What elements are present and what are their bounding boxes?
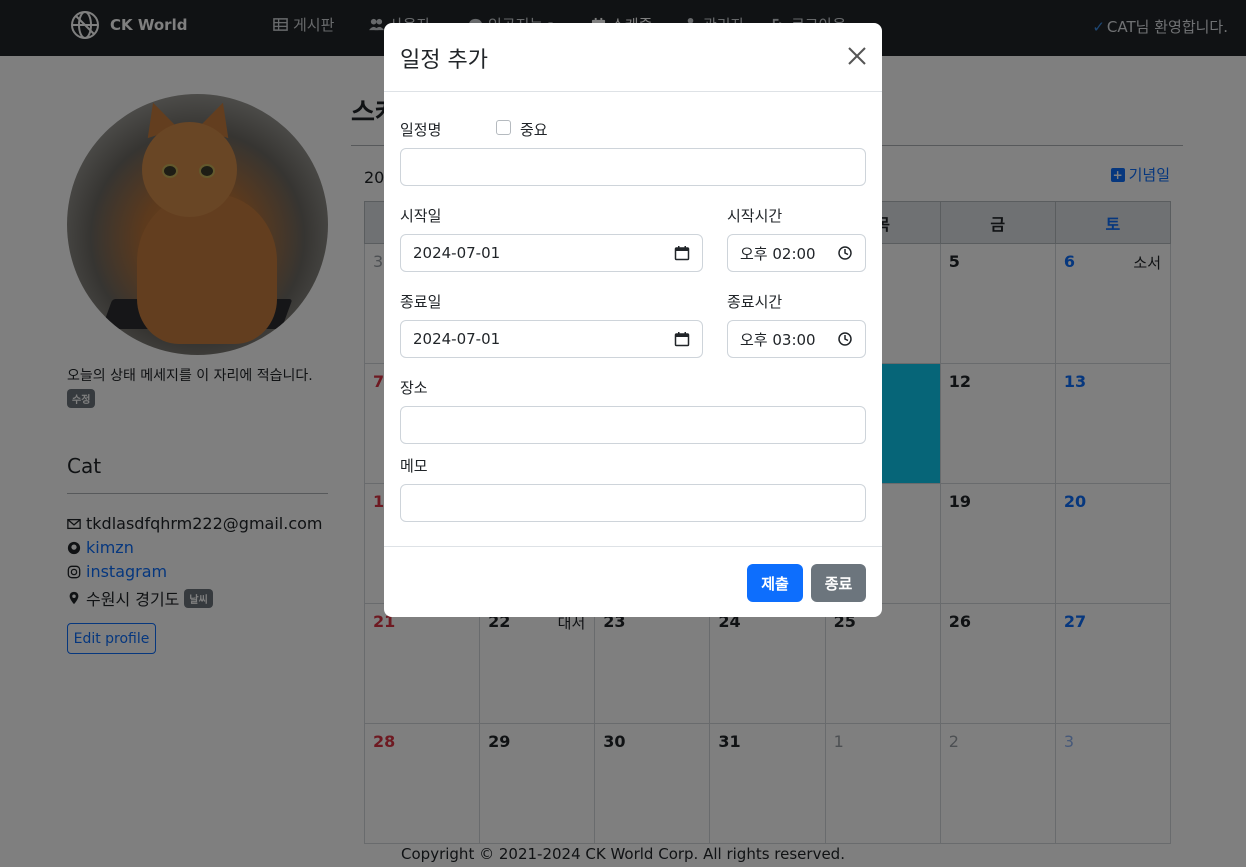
start-date-input[interactable]: 2024-07-01 [400, 234, 703, 272]
place-input[interactable] [400, 406, 866, 444]
modal-footer: 제출 종료 [384, 546, 882, 617]
calendar-picker-icon[interactable] [674, 245, 690, 261]
clock-icon[interactable] [837, 245, 853, 261]
modal-header: 일정 추가 [384, 23, 882, 92]
memo-label: 메모 [400, 457, 428, 475]
end-date-label: 종료일 [400, 293, 442, 311]
memo-input[interactable] [400, 484, 866, 522]
end-date-value: 2024-07-01 [413, 330, 501, 348]
calendar-picker-icon[interactable] [674, 331, 690, 347]
end-date-input[interactable]: 2024-07-01 [400, 320, 703, 358]
start-date-value: 2024-07-01 [413, 244, 501, 262]
start-time-label: 시작시간 [727, 207, 783, 225]
clock-icon[interactable] [837, 331, 853, 347]
close-icon[interactable] [846, 45, 868, 67]
start-time-value: 오후 02:00 [740, 244, 816, 263]
submit-button[interactable]: 제출 [747, 564, 803, 602]
end-time-label: 종료시간 [727, 293, 783, 311]
important-label: 중요 [520, 121, 548, 139]
end-time-input[interactable]: 오후 03:00 [727, 320, 866, 358]
schedule-name-label: 일정명 [400, 121, 442, 139]
start-time-input[interactable]: 오후 02:00 [727, 234, 866, 272]
important-checkbox[interactable] [496, 120, 511, 135]
end-time-value: 오후 03:00 [740, 330, 816, 349]
place-label: 장소 [400, 379, 428, 397]
start-date-label: 시작일 [400, 207, 442, 225]
close-button[interactable]: 종료 [811, 564, 866, 602]
modal-title: 일정 추가 [400, 48, 488, 73]
add-schedule-modal: 일정 추가 일정명 중요 시작일 시작시간 2024-07-01 오후 02:0… [384, 23, 882, 617]
schedule-name-input[interactable] [400, 148, 866, 186]
